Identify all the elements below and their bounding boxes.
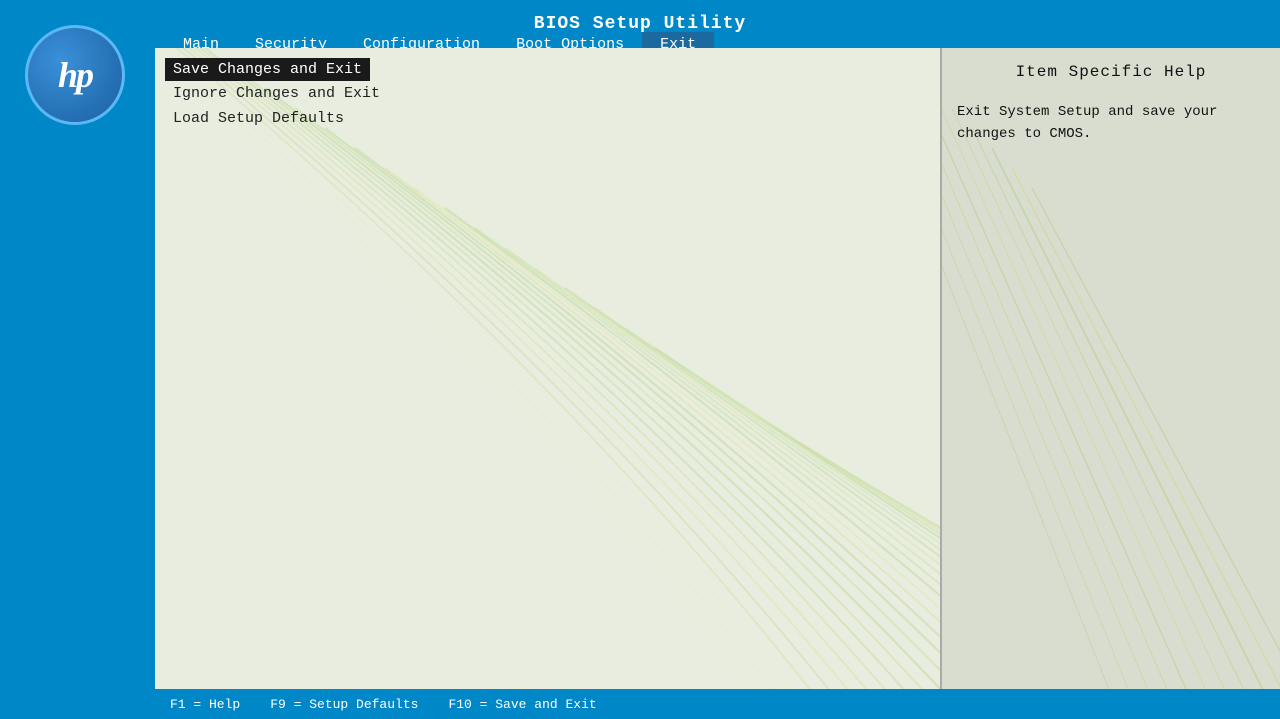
bios-title: BIOS Setup Utility — [0, 14, 1280, 34]
menu-item[interactable]: Ignore Changes and Exit — [165, 81, 930, 106]
help-description: Exit System Setup and save your changes … — [957, 101, 1265, 146]
menu-item[interactable]: Save Changes and Exit — [165, 58, 370, 81]
status-item: F9 = Setup Defaults — [270, 697, 418, 712]
hp-logo-text: hp — [58, 54, 92, 96]
exit-menu-list: Save Changes and ExitIgnore Changes and … — [165, 58, 930, 131]
left-sidebar: hp — [0, 0, 155, 719]
wavy-background — [155, 48, 940, 689]
status-item: F1 = Help — [170, 697, 240, 712]
hp-circle: hp — [25, 25, 125, 125]
status-bar: F1 = Help F9 = Setup Defaults F10 = Save a… — [155, 689, 1280, 719]
menu-item[interactable]: Load Setup Defaults — [165, 106, 930, 131]
help-title: Item Specific Help — [957, 63, 1265, 81]
help-content: Item Specific Help Exit System Setup and… — [957, 63, 1265, 146]
main-area: Save Changes and ExitIgnore Changes and … — [155, 48, 1280, 689]
status-item: F10 = Save and Exit — [448, 697, 596, 712]
left-panel: Save Changes and ExitIgnore Changes and … — [155, 48, 940, 689]
help-panel: Item Specific Help Exit System Setup and… — [940, 48, 1280, 689]
